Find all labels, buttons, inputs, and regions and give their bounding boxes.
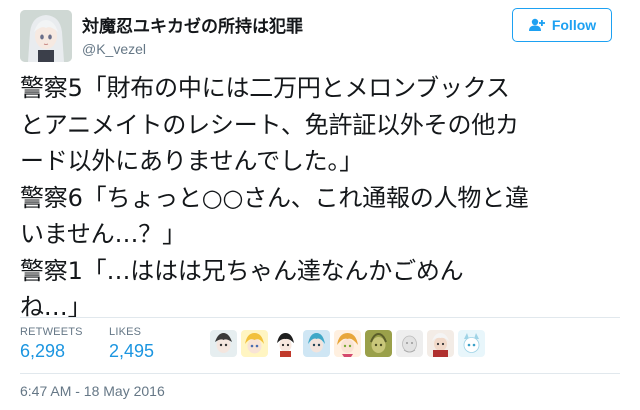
stats-divider-top [20,317,620,318]
liker-avatar-icon[interactable] [396,330,423,357]
likes-stat[interactable]: LIKES 2,495 [109,326,154,362]
display-name[interactable]: 対魔忍ユキカゼの所持は犯罪 [82,12,303,37]
liker-avatar-icon[interactable] [458,330,485,357]
tweet-timestamp[interactable]: 6:47 AM - 18 May 2016 [20,383,165,399]
follow-label: Follow [551,17,597,33]
tweet-line: 警察1「…ははは兄ちゃん達なんかごめん [20,256,464,285]
liker-avatar-icon[interactable] [334,330,361,357]
user-handle[interactable]: @K_vezel [82,41,303,57]
retweets-stat[interactable]: RETWEETS 6,298 [20,326,83,362]
tweet-text: 警察5「財布の中には二万円とメロンブックス とアニメイトのレシート、免許証以外そ… [20,70,620,326]
follow-button[interactable]: Follow [512,8,612,42]
liker-avatar-icon[interactable] [272,330,299,357]
tweet-line: ね…」 [20,293,92,321]
stats-divider-bottom [20,373,620,374]
likes-count[interactable]: 2,495 [109,341,154,362]
liker-avatar-icon[interactable] [427,330,454,357]
user-avatar[interactable] [20,10,72,62]
tweet-line: とアニメイトのレシート、免許証以外その他カ [20,110,519,139]
user-names: 対魔忍ユキカゼの所持は犯罪 @K_vezel [82,12,303,57]
tweet-line: 警察5「財布の中には二万円とメロンブックス [20,74,510,102]
tweet-line: いません…？」 [20,220,186,248]
liker-avatar-icon[interactable] [303,330,330,357]
likes-label: LIKES [109,326,142,338]
add-user-icon [528,18,546,32]
liker-avatars [210,330,485,357]
retweets-label: RETWEETS [20,326,83,338]
retweets-count[interactable]: 6,298 [20,341,83,362]
liker-avatar-icon[interactable] [241,330,268,357]
liker-avatar-icon[interactable] [365,330,392,357]
anime-girl-avatar-icon [20,10,72,62]
tweet-header: 対魔忍ユキカゼの所持は犯罪 @K_vezel Follow [20,8,620,64]
liker-avatar-icon[interactable] [210,330,237,357]
tweet-line: 警察6「ちょっと○○さん、これ通報の人物と違 [20,183,529,212]
tweet-line: ード以外にありませんでした。」 [20,147,364,175]
